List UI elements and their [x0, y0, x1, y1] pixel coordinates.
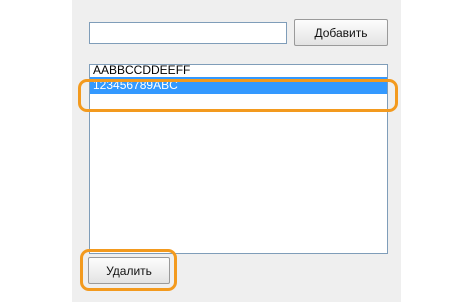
address-input[interactable]	[89, 22, 287, 44]
add-button[interactable]: Добавить	[294, 19, 388, 46]
delete-button[interactable]: Удалить	[88, 257, 170, 284]
address-listbox[interactable]: AABBCCDDEEFF 123456789ABC	[89, 64, 388, 254]
list-item-selected[interactable]: 123456789ABC	[90, 77, 387, 94]
list-item-first[interactable]: AABBCCDDEEFF	[90, 65, 387, 77]
